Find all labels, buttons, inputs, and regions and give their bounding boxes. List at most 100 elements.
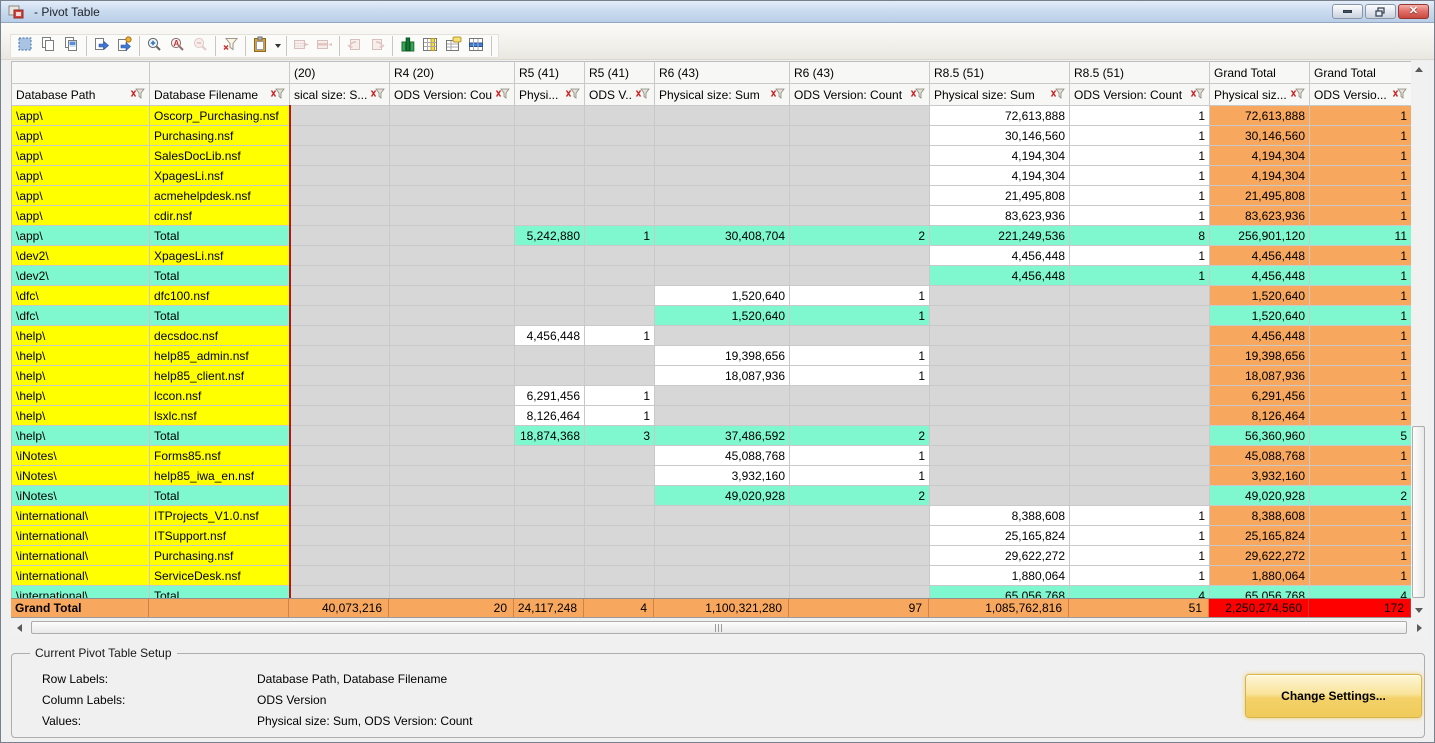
cell-value[interactable] <box>585 286 655 306</box>
cell-value[interactable]: 72,613,888 <box>930 106 1070 126</box>
cell-value[interactable] <box>585 566 655 586</box>
cell-value[interactable] <box>585 466 655 486</box>
pivot-settings-button[interactable] <box>442 35 465 57</box>
cell-value[interactable] <box>930 406 1070 426</box>
cell-value[interactable] <box>655 526 790 546</box>
cell-value[interactable]: 1 <box>585 386 655 406</box>
cell-value[interactable] <box>655 186 790 206</box>
cell-value[interactable]: 4 <box>1310 586 1412 599</box>
cell-value[interactable]: 18,874,368 <box>515 426 585 446</box>
cell-database-path[interactable]: \help\ <box>12 326 150 346</box>
cell-value[interactable] <box>390 246 515 266</box>
cell-value[interactable]: 4,456,448 <box>1210 266 1310 286</box>
cell-value[interactable] <box>290 306 390 326</box>
cell-value[interactable]: 1 <box>1310 366 1412 386</box>
cell-database-filename[interactable]: ITSupport.nsf <box>150 526 290 546</box>
cell-value[interactable] <box>290 166 390 186</box>
cell-value[interactable] <box>1070 446 1210 466</box>
cell-value[interactable]: 29,622,272 <box>1210 546 1310 566</box>
cell-database-path[interactable]: \international\ <box>12 506 150 526</box>
cell-value[interactable] <box>1070 466 1210 486</box>
cell-database-filename[interactable]: acmehelpdesk.nsf <box>150 186 290 206</box>
cell-database-path[interactable]: \dfc\ <box>12 286 150 306</box>
cell-value[interactable] <box>790 246 930 266</box>
cell-value[interactable] <box>290 326 390 346</box>
cell-value[interactable]: 1 <box>1310 206 1412 226</box>
cell-database-filename[interactable]: Total <box>150 486 290 506</box>
cell-value[interactable] <box>290 146 390 166</box>
cell-value[interactable] <box>515 126 585 146</box>
grand-total-label[interactable]: Grand Total <box>11 599 149 617</box>
cell-database-path[interactable]: \help\ <box>12 386 150 406</box>
cell-database-filename[interactable]: lccon.nsf <box>150 386 290 406</box>
cell-value[interactable] <box>390 366 515 386</box>
cell-value[interactable] <box>930 386 1070 406</box>
copy-with-headers-button[interactable] <box>60 35 83 57</box>
cell-value[interactable]: 1,520,640 <box>655 306 790 326</box>
clear-filter-icon[interactable] <box>635 88 650 102</box>
cell-value[interactable]: 1 <box>790 346 930 366</box>
grand-total-cell[interactable]: 2,250,274,560 <box>1209 599 1309 617</box>
clear-filter-icon[interactable] <box>370 88 385 102</box>
cell-value[interactable]: 1 <box>1070 206 1210 226</box>
cell-value[interactable]: 18,087,936 <box>1210 366 1310 386</box>
cell-value[interactable]: 6,291,456 <box>515 386 585 406</box>
cell-value[interactable] <box>790 266 930 286</box>
cell-value[interactable] <box>515 466 585 486</box>
cell-database-path[interactable]: \app\ <box>12 206 150 226</box>
cell-value[interactable]: 221,249,536 <box>930 226 1070 246</box>
cell-value[interactable] <box>585 306 655 326</box>
cell-value[interactable] <box>390 506 515 526</box>
cell-value[interactable]: 1 <box>790 306 930 326</box>
cell-value[interactable]: 1 <box>1070 526 1210 546</box>
cell-value[interactable] <box>390 326 515 346</box>
clear-filter-icon[interactable] <box>1290 88 1305 102</box>
cell-database-path[interactable]: \dfc\ <box>12 306 150 326</box>
cell-value[interactable]: 25,165,824 <box>930 526 1070 546</box>
cell-database-path[interactable]: \dev2\ <box>12 246 150 266</box>
clear-filter-icon[interactable] <box>1392 88 1407 102</box>
cell-value[interactable] <box>515 446 585 466</box>
cell-value[interactable] <box>390 306 515 326</box>
cell-value[interactable]: 1 <box>1310 406 1412 426</box>
cell-value[interactable] <box>390 406 515 426</box>
cell-value[interactable] <box>790 386 930 406</box>
vertical-scrollbar[interactable] <box>1411 61 1427 618</box>
cell-value[interactable] <box>290 426 390 446</box>
cell-value[interactable]: 1 <box>790 286 930 306</box>
column-header-gt_size[interactable]: Physical siz... <box>1210 84 1310 106</box>
cell-value[interactable]: 3 <box>585 426 655 446</box>
cell-value[interactable]: 83,623,936 <box>930 206 1070 226</box>
cell-value[interactable] <box>290 346 390 366</box>
cell-value[interactable]: 4,194,304 <box>930 146 1070 166</box>
cell-value[interactable] <box>585 346 655 366</box>
clear-filter-icon[interactable] <box>1190 88 1205 102</box>
cell-value[interactable] <box>1070 346 1210 366</box>
cell-value[interactable]: 8 <box>1070 226 1210 246</box>
cell-value[interactable]: 1,520,640 <box>655 286 790 306</box>
cell-value[interactable] <box>585 506 655 526</box>
cell-value[interactable] <box>585 206 655 226</box>
cell-value[interactable] <box>790 206 930 226</box>
cell-value[interactable]: 1 <box>1070 266 1210 286</box>
cell-value[interactable] <box>585 366 655 386</box>
cell-value[interactable] <box>290 466 390 486</box>
cell-value[interactable]: 8,126,464 <box>1210 406 1310 426</box>
cell-value[interactable] <box>515 186 585 206</box>
cell-value[interactable] <box>515 566 585 586</box>
cell-database-filename[interactable]: ITProjects_V1.0.nsf <box>150 506 290 526</box>
cell-value[interactable] <box>390 146 515 166</box>
cell-value[interactable]: 45,088,768 <box>1210 446 1310 466</box>
clear-filter-icon[interactable] <box>495 88 510 102</box>
column-header-r4_size[interactable]: sical size: S... <box>290 84 390 106</box>
cell-value[interactable] <box>515 506 585 526</box>
cell-value[interactable]: 1 <box>1310 246 1412 266</box>
cell-value[interactable] <box>390 226 515 246</box>
cell-value[interactable] <box>655 566 790 586</box>
column-header-r5_count[interactable]: ODS V... <box>585 84 655 106</box>
minimize-button[interactable] <box>1332 4 1363 19</box>
column-header-path[interactable]: Database Path <box>12 84 150 106</box>
cell-value[interactable] <box>1070 286 1210 306</box>
cell-value[interactable]: 18,087,936 <box>655 366 790 386</box>
cell-value[interactable]: 1 <box>1310 566 1412 586</box>
